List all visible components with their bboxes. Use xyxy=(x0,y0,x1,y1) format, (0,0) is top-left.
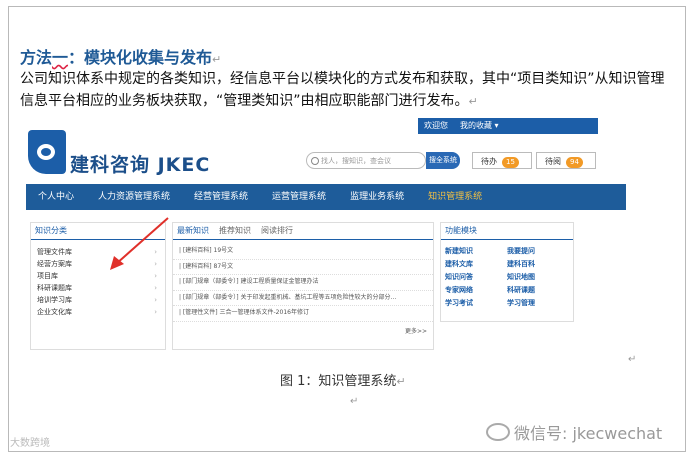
favorites-link[interactable]: 我的收藏 ▾ xyxy=(460,118,499,134)
function-grid: 新建知识 我要提问 建科文库 建科百科 知识问答 知识地图 专家网络 科研课题 … xyxy=(441,240,573,314)
function-item[interactable]: 建科百科 xyxy=(507,259,569,269)
function-item[interactable]: 我要提问 xyxy=(507,246,569,256)
news-item[interactable]: | [部门规章（部委令）] 关于印发起重机械、基坑工程等五项危险性较大的分部分.… xyxy=(173,291,433,306)
logo-text: 建科咨询 JKEC xyxy=(70,154,211,176)
welcome-bar: 欢迎您 我的收藏 ▾ xyxy=(418,118,598,134)
news-tabs: 最新知识 推荐知识 阅读排行 xyxy=(173,223,433,240)
function-item[interactable]: 建科文库 xyxy=(445,259,507,269)
welcome-text: 欢迎您 xyxy=(424,121,448,130)
logo-icon xyxy=(28,130,66,174)
main-nav: 个人中心 人力资源管理系统 经营管理系统 运营管理系统 监理业务系统 知识管理系… xyxy=(26,184,626,210)
todo-label: 待办 xyxy=(481,157,497,166)
section-heading: 方法一：模块化收集与发布↵ xyxy=(20,44,221,68)
paragraph-mark: ↵ xyxy=(468,95,478,108)
function-title: 功能模块 xyxy=(441,223,573,240)
category-item[interactable]: 培训学习库 xyxy=(31,294,165,306)
function-panel: 功能模块 新建知识 我要提问 建科文库 建科百科 知识问答 知识地图 专家网络 … xyxy=(440,222,574,322)
paragraph-mark: ↵ xyxy=(396,375,406,388)
paragraph-mark: ↵ xyxy=(212,53,222,66)
function-title-text: 功能模块 xyxy=(445,226,477,235)
search-icon xyxy=(311,157,319,165)
news-item[interactable]: | [建科百科] 87号文 xyxy=(173,260,433,275)
todo-button[interactable]: 待办 15 xyxy=(472,152,532,169)
search-placeholder: 找人，搜知识，查会议 xyxy=(321,157,391,165)
nav-personal[interactable]: 个人中心 xyxy=(26,184,86,210)
more-link[interactable]: 更多>> xyxy=(173,326,433,335)
nav-business[interactable]: 经营管理系统 xyxy=(182,184,260,210)
red-arrow-annotation xyxy=(110,217,169,270)
watermark-left: 大数跨境 xyxy=(10,434,50,449)
news-item[interactable]: | [建科百科] 19号文 xyxy=(173,244,433,260)
search-button[interactable]: 搜全系统 xyxy=(426,152,460,169)
category-item[interactable]: 企业文化库 xyxy=(31,306,165,318)
wechat-icon xyxy=(486,423,510,441)
heading-rest: ：模块化收集与发布 xyxy=(68,48,213,67)
news-item[interactable]: | [管理性文件] 三合一管理体系文件-2016年修订 xyxy=(173,306,433,322)
pending-button[interactable]: 待阅 94 xyxy=(536,152,596,169)
nav-supervision[interactable]: 监理业务系统 xyxy=(338,184,416,210)
category-item[interactable]: 科研课题库 xyxy=(31,282,165,294)
news-item[interactable]: | [部门规章（部委令）] 建设工程质量保证金管理办法 xyxy=(173,275,433,291)
pending-label: 待阅 xyxy=(545,157,561,166)
function-item[interactable]: 科研课题 xyxy=(507,285,569,295)
paragraph-mark: ↵ xyxy=(350,396,359,407)
heading-prefix: 方法 xyxy=(20,48,53,67)
function-item[interactable]: 学习管理 xyxy=(507,298,569,308)
paragraph-text: 公司知识体系中规定的各类知识，经信息平台以模块化的方式发布和获取，其中“项目类知… xyxy=(20,71,665,109)
tab-latest[interactable]: 最新知识 xyxy=(177,223,209,239)
function-item[interactable]: 知识问答 xyxy=(445,272,507,282)
figure-caption: 图 1：知识管理系统↵ xyxy=(280,370,406,389)
watermark-right: 微信号: jkecwechat xyxy=(486,420,662,444)
function-item[interactable]: 知识地图 xyxy=(507,272,569,282)
nav-knowledge[interactable]: 知识管理系统 xyxy=(416,184,494,210)
jkec-logo: 建科咨询 JKEC xyxy=(28,130,211,178)
category-title-text: 知识分类 xyxy=(35,226,67,235)
news-panel: 最新知识 推荐知识 阅读排行 | [建科百科] 19号文 | [建科百科] 87… xyxy=(172,222,434,350)
function-item[interactable]: 学习考试 xyxy=(445,298,507,308)
watermark-left-text: 大数跨境 xyxy=(10,438,50,449)
caption-text: 图 1：知识管理系统 xyxy=(280,374,397,389)
todo-count-badge: 15 xyxy=(502,157,519,168)
function-item[interactable]: 专家网络 xyxy=(445,285,507,295)
body-paragraph: 公司知识体系中规定的各类知识，经信息平台以模块化的方式发布和获取，其中“项目类知… xyxy=(20,68,675,113)
watermark-right-text: 微信号: jkecwechat xyxy=(514,424,663,443)
tab-ranking[interactable]: 阅读排行 xyxy=(261,223,293,239)
tab-recommended[interactable]: 推荐知识 xyxy=(219,223,251,239)
function-item[interactable]: 新建知识 xyxy=(445,246,507,256)
paragraph-mark: ↵ xyxy=(628,354,637,365)
nav-operations[interactable]: 运营管理系统 xyxy=(260,184,338,210)
nav-hr[interactable]: 人力资源管理系统 xyxy=(86,184,182,210)
search-input[interactable]: 找人，搜知识，查会议 xyxy=(306,152,426,169)
heading-underlined: 一 xyxy=(52,48,69,67)
pending-count-badge: 94 xyxy=(566,157,583,168)
